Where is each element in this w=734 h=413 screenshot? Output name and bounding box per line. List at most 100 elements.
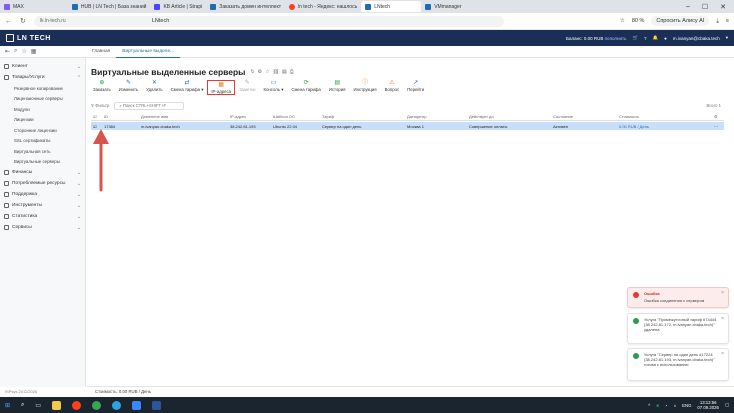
sidebar-item-services[interactable]: Сервисы ⌄ (0, 222, 85, 233)
cart-icon[interactable]: 🛒 (632, 35, 638, 41)
column-header[interactable]: Датацентр (405, 114, 467, 119)
tray-app-icon[interactable]: ■ (656, 403, 659, 408)
change-tariff-menu[interactable]: ⇄ Смена тарифа ▾ (167, 80, 208, 98)
topup-link[interactable]: пополнить (605, 36, 627, 41)
column-settings-icon[interactable]: ⚙ (712, 114, 724, 119)
sidebar-subitem[interactable]: Модули (0, 104, 85, 115)
explorer-icon[interactable] (52, 400, 62, 410)
star-icon[interactable]: ☆ (265, 69, 269, 75)
order-button[interactable]: ⊕ Заказать (89, 80, 115, 98)
notes-button[interactable]: ✎ Заметки (235, 80, 259, 98)
row-menu-icon[interactable]: ⋯ (712, 124, 724, 129)
chevron-down-icon[interactable]: ▾ (726, 35, 728, 41)
sidebar-item-products[interactable]: Товары/Услуги ⌃ (0, 72, 85, 83)
column-header[interactable]: ID (102, 114, 139, 119)
column-header[interactable]: Действует до (467, 114, 551, 119)
sidebar-item-tools[interactable]: Инструменты ⌄ (0, 200, 85, 211)
browser-tab-active[interactable]: LNtech (361, 1, 422, 12)
notifications-icon[interactable]: ▢ (725, 402, 729, 408)
chrome-icon[interactable] (92, 400, 102, 410)
goto-button[interactable]: ↗ Перейти (403, 80, 428, 98)
network-icon[interactable]: ◔ (665, 403, 668, 408)
select-all-checkbox[interactable]: ☑ (91, 114, 102, 119)
menu-icon[interactable]: ≡ (726, 18, 729, 24)
sidebar-subitem[interactable]: Лицензии (0, 115, 85, 126)
search-input[interactable]: ⌕ Поиск CTRL+SHIFT+F (114, 101, 185, 110)
back-icon[interactable]: ← (5, 18, 12, 25)
bookmark-icon[interactable]: ☆ (620, 18, 625, 24)
url-field[interactable]: lk.ln-tech.ru (33, 15, 504, 27)
tab-home[interactable]: Главная (86, 46, 116, 58)
user-email[interactable]: m.ivanyan@cbaka.tech (673, 36, 720, 41)
cell-cost[interactable]: 0.00 RUB / День (617, 124, 712, 129)
tariff-change-button[interactable]: ⟳ Смена тарифа (287, 80, 324, 98)
tray-chevron-icon[interactable]: ^ (648, 403, 650, 408)
close-icon[interactable]: × (721, 290, 724, 296)
bell-icon[interactable]: 🔔 (653, 35, 659, 41)
sidebar-subitem-active[interactable]: Виртуальные серверы (0, 157, 85, 168)
gear-icon[interactable]: ⚙ (258, 69, 262, 75)
console-menu[interactable]: ▭ Консоль ▾ (260, 80, 288, 98)
browser-tab[interactable]: ln tech - Яндекс: нашлось (285, 1, 361, 12)
close-icon[interactable]: × (721, 316, 724, 322)
app-icon[interactable] (132, 400, 142, 410)
sidebar-item-stats[interactable]: Статистика ⌄ (0, 211, 85, 222)
close-icon[interactable]: ✕ (720, 3, 726, 11)
grid-icon[interactable]: ▦ (31, 48, 37, 55)
windows-start-icon[interactable]: ⊞ (5, 402, 10, 409)
export-icon[interactable]: ▤ (282, 69, 287, 75)
download-icon[interactable]: ⤓ (716, 18, 718, 25)
sidebar-item-client[interactable]: Клиент ⌄ (0, 61, 85, 72)
sidebar-subitem[interactable]: Виртуальная сеть (0, 146, 85, 157)
edit-button[interactable]: ✎ Изменить (115, 80, 142, 98)
sidebar-subitem[interactable]: Лицензионные серверы (0, 94, 85, 105)
instruction-button[interactable]: ⓘ Инструкция (349, 80, 380, 98)
sidebar-subitem[interactable]: SSL сертификаты (0, 136, 85, 147)
tab-vds[interactable]: Виртуальные выделе... (116, 46, 181, 58)
history-button[interactable]: ▤ История (325, 80, 350, 98)
sidebar-item-finance[interactable]: Финансы ⌄ (0, 167, 85, 178)
column-header[interactable]: Тариф (320, 114, 405, 119)
refresh-icon[interactable]: ↻ (250, 69, 254, 75)
sidebar-item-support[interactable]: Поддержка ⌄ (0, 189, 85, 200)
table-row[interactable]: ☑ 17384 m.ivanyan.cbaka.tech 38.242.81.1… (91, 122, 724, 130)
maximize-icon[interactable]: ☐ (702, 3, 708, 11)
sidebar-subitem[interactable]: Сторонние лицензии (0, 125, 85, 136)
browser-tab[interactable]: KB Article | Strapi (150, 1, 206, 12)
browser-tab[interactable]: Заказать домен интеллект (206, 1, 285, 12)
language-indicator[interactable]: ENG (682, 403, 691, 408)
user-icon[interactable]: ● (664, 36, 667, 41)
sidebar-subitem[interactable]: Резервное копирование (0, 83, 85, 94)
sidebar-item-resources[interactable]: Потребляемые ресурсы ⌄ (0, 178, 85, 189)
word-icon[interactable] (152, 400, 162, 410)
column-header[interactable]: Шаблон ОС (271, 114, 320, 119)
column-header[interactable]: Стоимость (617, 114, 712, 119)
volume-icon[interactable]: ◖ (674, 403, 677, 408)
filter-button[interactable]: ⊽ Фильтр (91, 103, 109, 108)
close-icon[interactable]: × (721, 351, 724, 357)
column-header[interactable]: IP-адрес (228, 114, 271, 119)
task-view-icon[interactable]: ▭ (35, 402, 41, 409)
search-icon[interactable]: ⌕ (21, 402, 24, 409)
browser-tab[interactable]: VMmanager (421, 1, 465, 12)
question-button[interactable]: ⚠ Вопрос (381, 80, 404, 98)
search-icon[interactable]: ⌕ (14, 48, 17, 55)
reload-icon[interactable]: ↻ (20, 17, 26, 25)
zoom-level[interactable]: 80 % (632, 18, 645, 24)
logo[interactable]: LN TECH (6, 34, 51, 42)
clock[interactable]: 13:13:56 07.09.2026 (697, 400, 719, 410)
ask-ai-button[interactable]: Спросить Алису AI (651, 16, 710, 26)
yandex-browser-icon[interactable] (72, 400, 82, 410)
minimize-icon[interactable]: – (686, 3, 690, 11)
delete-button[interactable]: ✕ Удалить (142, 80, 166, 98)
browser-tab[interactable]: MAX (0, 1, 28, 12)
ip-addresses-button[interactable]: ▦ IP-адреса (207, 80, 236, 95)
column-header[interactable]: Состояние (551, 114, 617, 119)
link-icon[interactable]: ⛓ (273, 69, 279, 75)
column-header[interactable]: Доменное имя (139, 114, 228, 119)
help-icon[interactable]: ? (644, 36, 647, 41)
star-icon[interactable]: ☆ (21, 48, 26, 55)
telegram-icon[interactable] (112, 400, 122, 410)
print-icon[interactable]: ⎙ (290, 69, 294, 75)
browser-tab[interactable]: HUB | LN Tech | База знаний (68, 1, 151, 12)
